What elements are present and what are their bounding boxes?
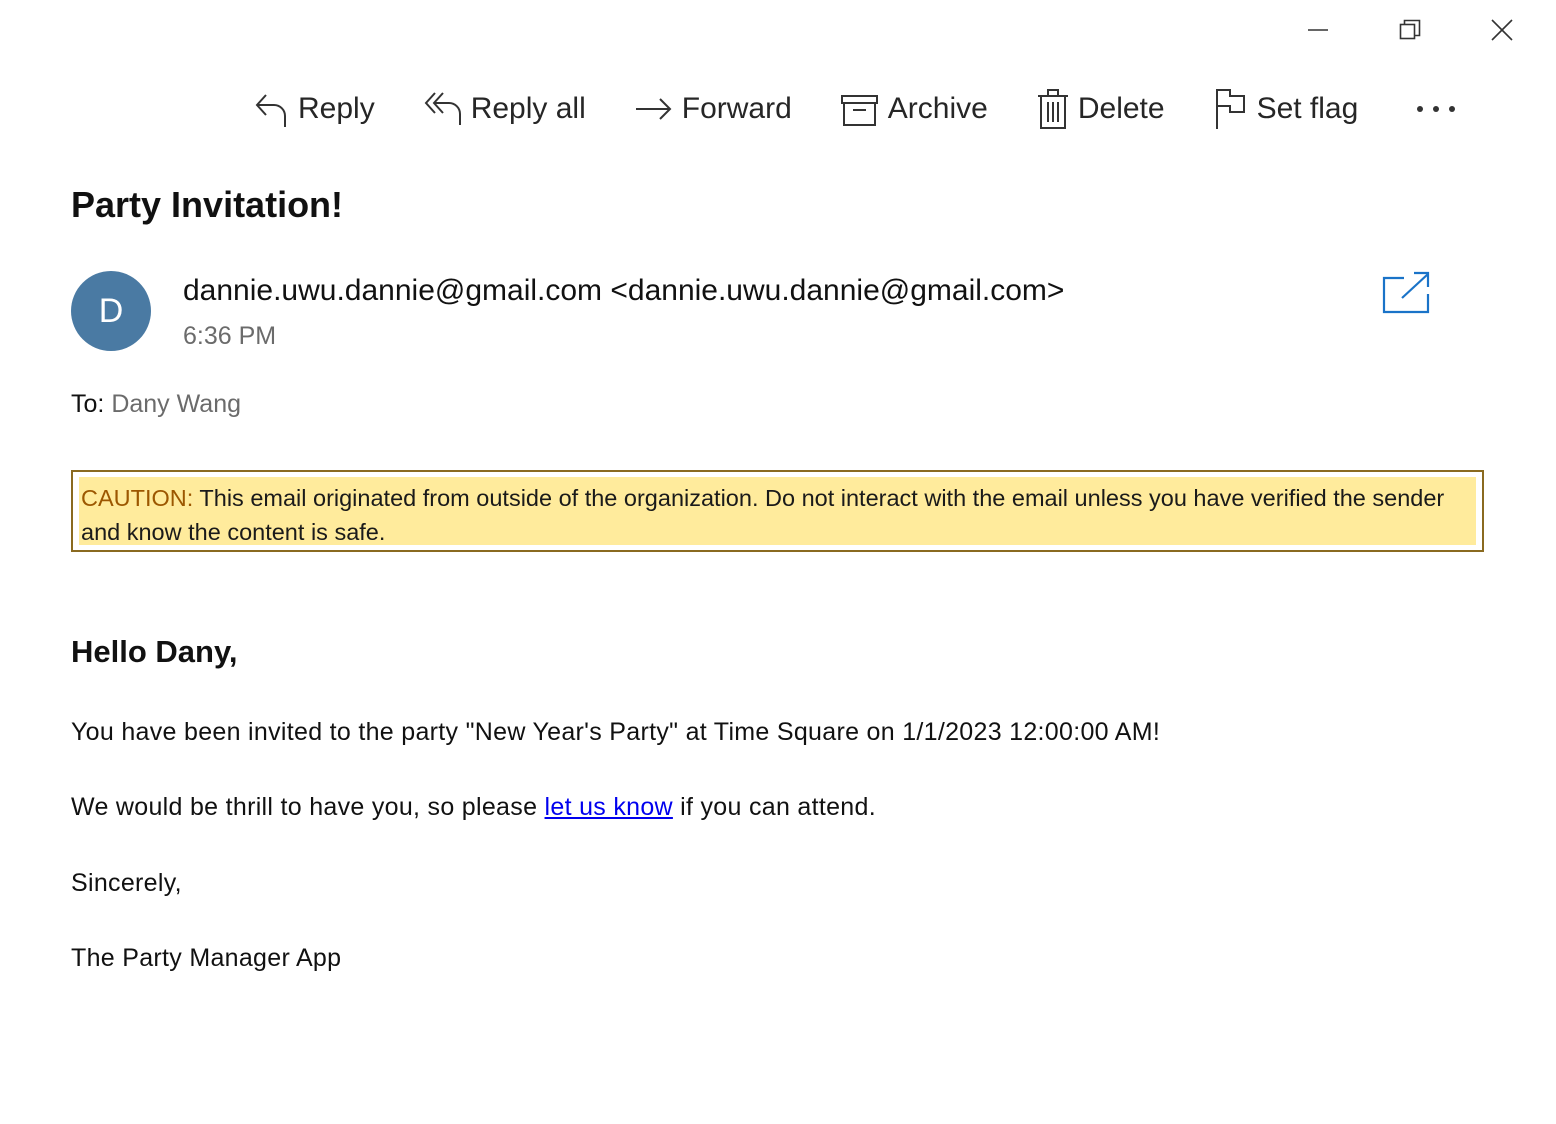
rsvp-text-before: We would be thrill to have you, so pleas… bbox=[71, 793, 538, 821]
body-invitation-line: You have been invited to the party "New … bbox=[71, 718, 1161, 746]
external-email-caution-banner: CAUTION: This email originated from outs… bbox=[71, 470, 1484, 552]
message-subject: Party Invitation! bbox=[71, 184, 344, 225]
mail-reading-window: Reply Reply all Forward Archive Delete S… bbox=[0, 0, 1556, 1124]
minimize-icon bbox=[1308, 29, 1328, 31]
close-icon bbox=[1491, 19, 1513, 41]
reply-button[interactable]: Reply bbox=[252, 84, 375, 134]
set-flag-button[interactable]: Set flag bbox=[1213, 84, 1359, 134]
minimize-button[interactable] bbox=[1272, 8, 1364, 52]
popout-icon bbox=[1382, 271, 1430, 314]
let-us-know-link[interactable]: let us know bbox=[545, 793, 673, 821]
window-controls bbox=[1272, 8, 1548, 52]
more-dots-icon bbox=[1417, 106, 1456, 112]
flag-icon bbox=[1213, 87, 1249, 131]
more-actions-button[interactable] bbox=[1408, 84, 1464, 134]
open-in-new-window-button[interactable] bbox=[1380, 270, 1432, 316]
forward-button[interactable]: Forward bbox=[634, 84, 792, 134]
reply-all-button[interactable]: Reply all bbox=[423, 84, 586, 134]
set-flag-label: Set flag bbox=[1256, 92, 1359, 125]
sender-avatar: D bbox=[71, 271, 151, 351]
body-signature: The Party Manager App bbox=[71, 944, 342, 972]
archive-label: Archive bbox=[887, 92, 988, 125]
trash-icon bbox=[1036, 88, 1070, 130]
forward-icon bbox=[634, 89, 674, 129]
caution-label: CAUTION: bbox=[81, 485, 194, 511]
forward-label: Forward bbox=[681, 92, 792, 125]
restore-icon bbox=[1399, 19, 1421, 40]
reply-all-label: Reply all bbox=[470, 92, 586, 125]
body-closing: Sincerely, bbox=[71, 869, 182, 897]
sender-address[interactable]: dannie.uwu.dannie@gmail.com <dannie.uwu.… bbox=[183, 274, 1064, 308]
reply-label: Reply bbox=[298, 92, 375, 125]
archive-button[interactable]: Archive bbox=[840, 84, 988, 134]
message-toolbar: Reply Reply all Forward Archive Delete S… bbox=[252, 84, 1464, 134]
to-label: To: bbox=[71, 390, 105, 418]
reply-all-icon bbox=[423, 89, 463, 129]
recipient-line: To: Dany Wang bbox=[71, 390, 241, 419]
archive-icon bbox=[840, 89, 880, 129]
recipient-name[interactable]: Dany Wang bbox=[111, 390, 241, 418]
delete-label: Delete bbox=[1077, 92, 1165, 125]
reply-icon bbox=[252, 89, 290, 129]
close-button[interactable] bbox=[1456, 8, 1548, 52]
rsvp-text-after: if you can attend. bbox=[680, 793, 876, 821]
body-greeting: Hello Dany, bbox=[71, 634, 238, 669]
caution-message: This email originated from outside of th… bbox=[81, 485, 1445, 545]
delete-button[interactable]: Delete bbox=[1036, 84, 1165, 134]
body-rsvp-line: We would be thrill to have you, so pleas… bbox=[71, 793, 876, 822]
restore-button[interactable] bbox=[1364, 8, 1456, 52]
message-time: 6:36 PM bbox=[183, 322, 277, 350]
caution-text-block: CAUTION: This email originated from outs… bbox=[79, 477, 1476, 545]
